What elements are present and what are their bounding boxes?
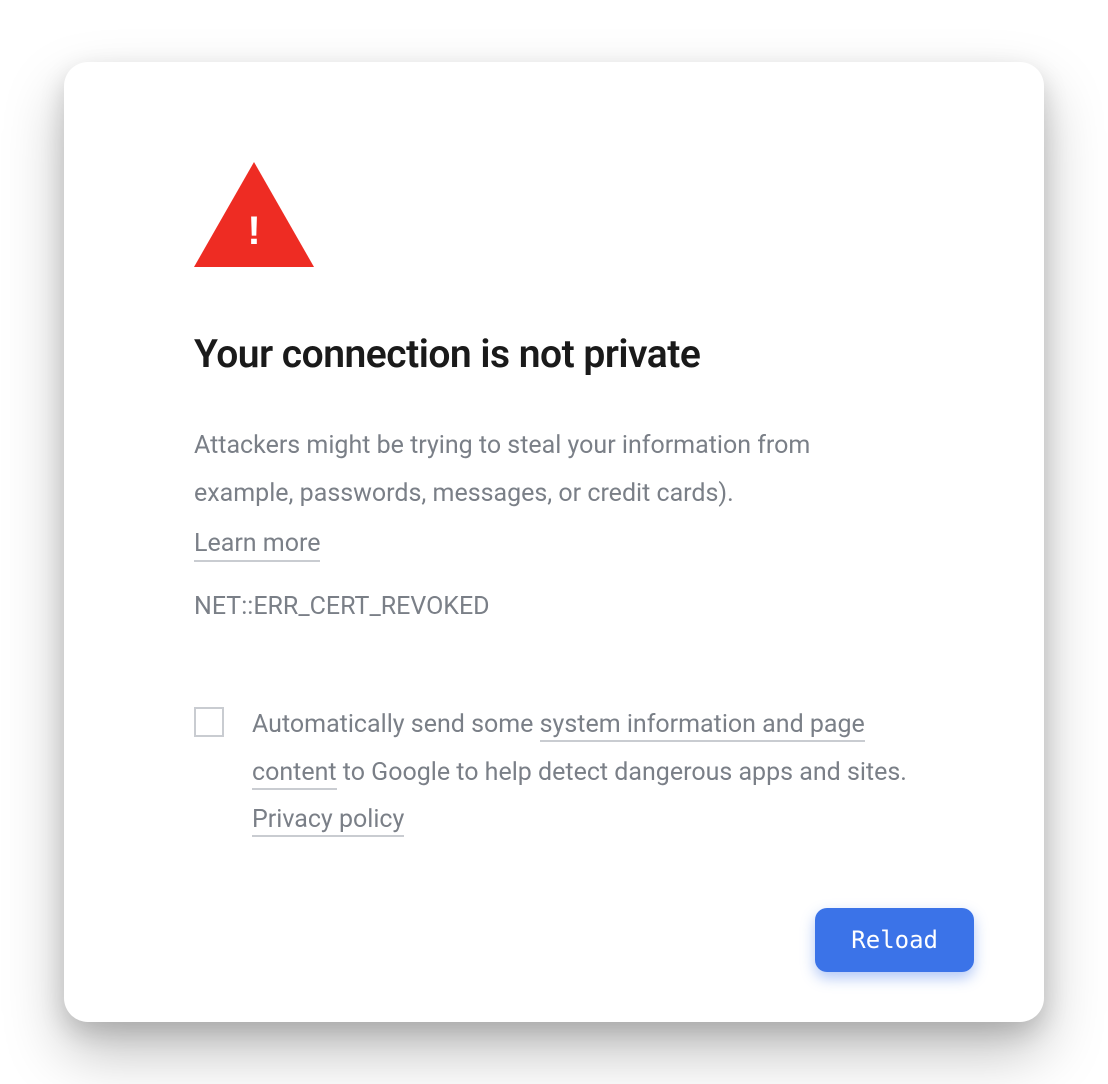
report-text-middle: to Google to help detect dangerous apps … <box>337 758 907 787</box>
learn-more-link[interactable]: Learn more <box>194 529 320 562</box>
warning-triangle-icon: ! <box>194 162 914 271</box>
svg-text:!: ! <box>247 209 260 253</box>
warning-body: Attackers might be trying to steal your … <box>194 422 914 517</box>
error-code: NET::ERR_CERT_REVOKED <box>194 592 914 621</box>
report-text-prefix: Automatically send some <box>252 710 540 739</box>
privacy-policy-link[interactable]: Privacy policy <box>252 805 404 837</box>
report-label: Automatically send some system informati… <box>252 701 914 844</box>
reload-button[interactable]: Reload <box>815 908 974 972</box>
button-row: Reload <box>815 908 974 972</box>
ssl-warning-card: ! Your connection is not private Attacke… <box>64 62 1044 1022</box>
report-checkbox[interactable] <box>194 707 224 737</box>
report-row: Automatically send some system informati… <box>194 701 914 844</box>
warning-title: Your connection is not private <box>194 331 914 377</box>
